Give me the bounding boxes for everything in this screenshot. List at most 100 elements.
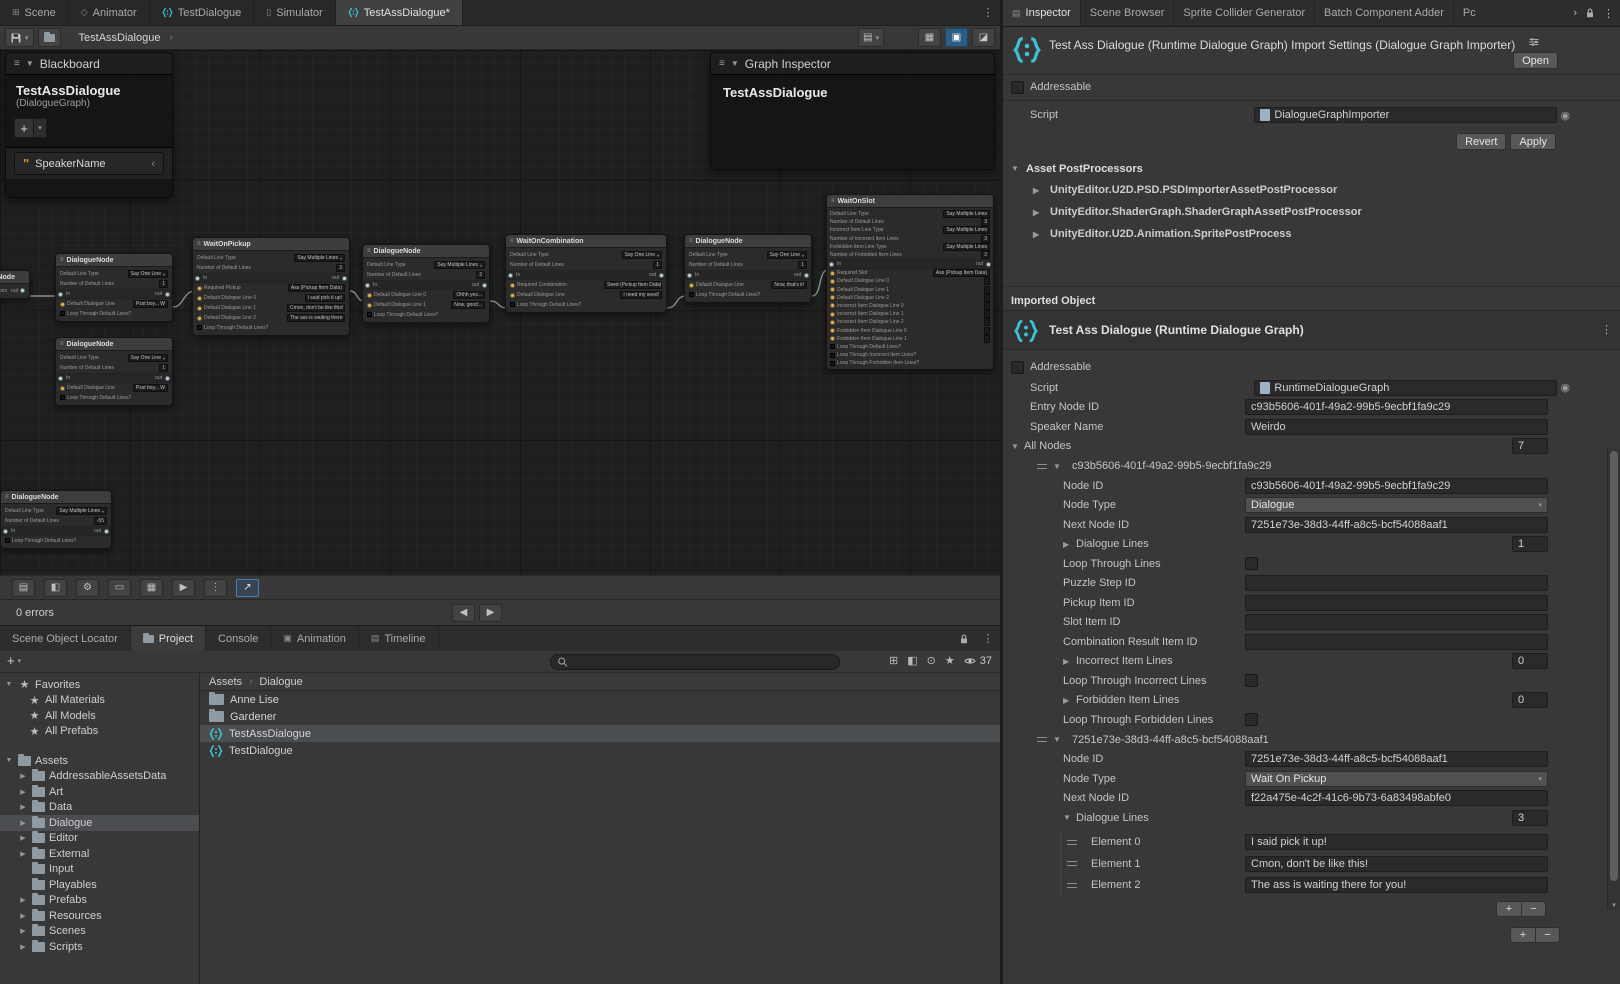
tree-item-all-models[interactable]: ★All Models xyxy=(0,708,199,724)
text-field[interactable]: I need my seed! xyxy=(620,291,662,299)
string-port[interactable] xyxy=(60,386,65,391)
text-field[interactable]: I said pick it up! xyxy=(305,294,345,302)
int-field[interactable]: 2 xyxy=(476,271,485,279)
enum-dropdown[interactable]: Say One Line▾ xyxy=(767,251,807,259)
graph-inspector-panel[interactable]: ≡▼Graph Inspector TestAssDialogue xyxy=(710,52,995,170)
array-size-field[interactable]: 3 xyxy=(1512,810,1548,826)
postprocessor-item[interactable]: ▶UnityEditor.U2D.PSD.PSDImporterAssetPos… xyxy=(1003,179,1620,201)
previous-error-button[interactable]: ◀ xyxy=(452,604,475,622)
graph-options-button[interactable]: ▤▾ xyxy=(858,28,884,47)
drag-handle-icon[interactable] xyxy=(1067,883,1077,888)
text-field[interactable] xyxy=(984,318,990,326)
string-port[interactable] xyxy=(830,303,835,308)
menu-icon[interactable]: ≡ xyxy=(14,58,20,69)
collapse-icon[interactable]: ▼ xyxy=(731,59,739,68)
search-by-type-icon[interactable]: ⊞ xyxy=(889,654,898,667)
tab-truncated[interactable]: Pc xyxy=(1454,0,1476,26)
output-port[interactable] xyxy=(342,276,347,281)
search-by-label-icon[interactable]: ◧ xyxy=(907,654,917,667)
add-element-button[interactable]: + xyxy=(1496,901,1521,917)
graph-node-dialogue-2[interactable]: ≡DialogueNode Default Line TypeSay One L… xyxy=(55,337,173,406)
loop-checkbox[interactable] xyxy=(689,292,694,297)
enum-dropdown[interactable]: Say Multiple Lines xyxy=(943,210,990,218)
loop-checkbox[interactable] xyxy=(5,538,10,543)
speaker-name-field[interactable]: Weirdo xyxy=(1245,419,1548,435)
loop-checkbox[interactable] xyxy=(60,311,65,316)
collapse-icon[interactable]: ▼ xyxy=(26,59,34,68)
foldout-icon[interactable]: ▼ xyxy=(4,681,14,688)
postprocessor-item[interactable]: ▶UnityEditor.U2D.Animation.SpritePostPro… xyxy=(1003,223,1620,245)
int-field[interactable]: 2 xyxy=(981,251,990,259)
node-id-field[interactable]: 7251e73e-38d3-44ff-a8c5-bcf54088aaf1 xyxy=(1245,751,1548,767)
tree-item-art[interactable]: ▶Art xyxy=(0,784,199,800)
enum-dropdown[interactable]: Say Multiple Lines xyxy=(943,226,990,234)
link-mode-button[interactable]: ↗ xyxy=(236,579,259,597)
minimap-toggle-button[interactable]: ▦ xyxy=(918,28,941,47)
next-node-id-field[interactable]: f22a475e-4c2f-41c6-9b73-6a83498abfe0 xyxy=(1245,790,1548,806)
tree-item-editor[interactable]: ▶Editor xyxy=(0,831,199,847)
scroll-down-icon[interactable]: ▾ xyxy=(1608,901,1620,909)
node-entry-header[interactable]: ▼ 7251e73e-38d3-44ff-a8c5-bcf54088aaf1 xyxy=(1003,730,1620,750)
text-field[interactable] xyxy=(984,294,990,302)
more-tabs-icon[interactable]: › xyxy=(1573,7,1577,19)
output-port[interactable] xyxy=(804,273,809,278)
text-field[interactable]: Cmon, don't be like this! xyxy=(287,304,345,312)
tab-inspector[interactable]: ▤Inspector xyxy=(1003,0,1081,26)
console-view-button[interactable]: ▤ xyxy=(12,579,35,597)
input-port[interactable] xyxy=(829,262,834,267)
output-port[interactable] xyxy=(104,529,109,534)
tree-item-data[interactable]: ▶Data xyxy=(0,800,199,816)
int-field[interactable]: 3 xyxy=(981,218,990,226)
loop-through-incorrect-checkbox[interactable] xyxy=(1245,674,1258,687)
string-port[interactable] xyxy=(689,283,694,288)
graph-canvas[interactable]: ≡StartNode Conversationsout ≡DialogueNod… xyxy=(0,50,1000,575)
breadcrumb-item[interactable]: TestAssDialogue xyxy=(79,32,161,44)
combination-result-item-id-field[interactable] xyxy=(1245,634,1548,650)
foldout-icon[interactable]: ▶ xyxy=(18,772,28,780)
list-item-gardener[interactable]: Gardener xyxy=(200,708,1000,725)
enum-dropdown[interactable]: Say One Line▾ xyxy=(622,251,662,259)
hidden-count-toggle[interactable]: 37 xyxy=(964,655,992,667)
forbidden-item-lines-foldout-row[interactable]: ▶ Forbidden Item Lines 0 xyxy=(1003,691,1620,711)
loop-checkbox[interactable] xyxy=(367,312,372,317)
tab-simulator[interactable]: ▯Simulator xyxy=(254,0,335,25)
blackboard-toggle-button[interactable]: ▣ xyxy=(945,28,968,47)
enum-dropdown[interactable]: Say One Line▾ xyxy=(128,354,168,362)
object-menu-icon[interactable]: ⋮ xyxy=(1601,323,1612,336)
presets-icon[interactable] xyxy=(1528,36,1540,48)
tree-item-assets-root[interactable]: ▼Assets xyxy=(0,753,199,769)
tree-item-playables[interactable]: Playables xyxy=(0,877,199,893)
save-asset-button[interactable]: ▾ xyxy=(5,28,34,47)
drag-handle-icon[interactable] xyxy=(1067,840,1077,845)
tab-sprite-collider-generator[interactable]: Sprite Collider Generator xyxy=(1174,0,1315,26)
text-field[interactable] xyxy=(984,277,990,285)
string-port[interactable] xyxy=(830,295,835,300)
string-port[interactable] xyxy=(830,336,835,341)
panel-lock-icon[interactable] xyxy=(952,626,976,651)
output-port[interactable] xyxy=(482,283,487,288)
tree-item-scenes[interactable]: ▶Scenes xyxy=(0,924,199,940)
script-object-field[interactable]: RuntimeDialogueGraph xyxy=(1254,380,1557,396)
inspector-menu-icon[interactable]: ⋮ xyxy=(1603,7,1614,20)
loop-checkbox[interactable] xyxy=(60,395,65,400)
revert-button[interactable]: Revert xyxy=(1456,133,1506,150)
addressable-checkbox[interactable] xyxy=(1011,81,1024,94)
object-port[interactable] xyxy=(510,283,515,288)
list-item-anne-lise[interactable]: Anne Lise xyxy=(200,691,1000,708)
dialogue-lines-foldout-row[interactable]: ▼ Dialogue Lines 3 xyxy=(1003,808,1620,828)
next-node-id-field[interactable]: 7251e73e-38d3-44ff-a8c5-bcf54088aaf1 xyxy=(1245,517,1548,533)
node-type-dropdown[interactable]: Wait On Pickup▾ xyxy=(1245,771,1548,787)
array-size-field[interactable]: 0 xyxy=(1512,653,1548,669)
tree-item-all-materials[interactable]: ★All Materials xyxy=(0,693,199,709)
string-port[interactable] xyxy=(197,306,202,311)
output-port[interactable] xyxy=(659,273,664,278)
string-port[interactable] xyxy=(830,328,835,333)
int-field[interactable]: 3 xyxy=(336,264,345,272)
entry-node-id-field[interactable]: c93b5606-401f-49a2-99b5-9ecbf1fa9c29 xyxy=(1245,399,1548,415)
node-type-dropdown[interactable]: Dialogue▾ xyxy=(1245,497,1548,513)
graph-node-dialogue-3[interactable]: ≡DialogueNode Default Line TypeSay Multi… xyxy=(362,244,490,323)
object-field[interactable]: Seed (Pickup Item Data) xyxy=(604,281,662,289)
tab-project[interactable]: Project xyxy=(131,626,206,651)
enum-dropdown[interactable]: Say Multiple Lines▾ xyxy=(294,254,345,262)
tools-button[interactable]: ⚙ xyxy=(76,579,99,597)
